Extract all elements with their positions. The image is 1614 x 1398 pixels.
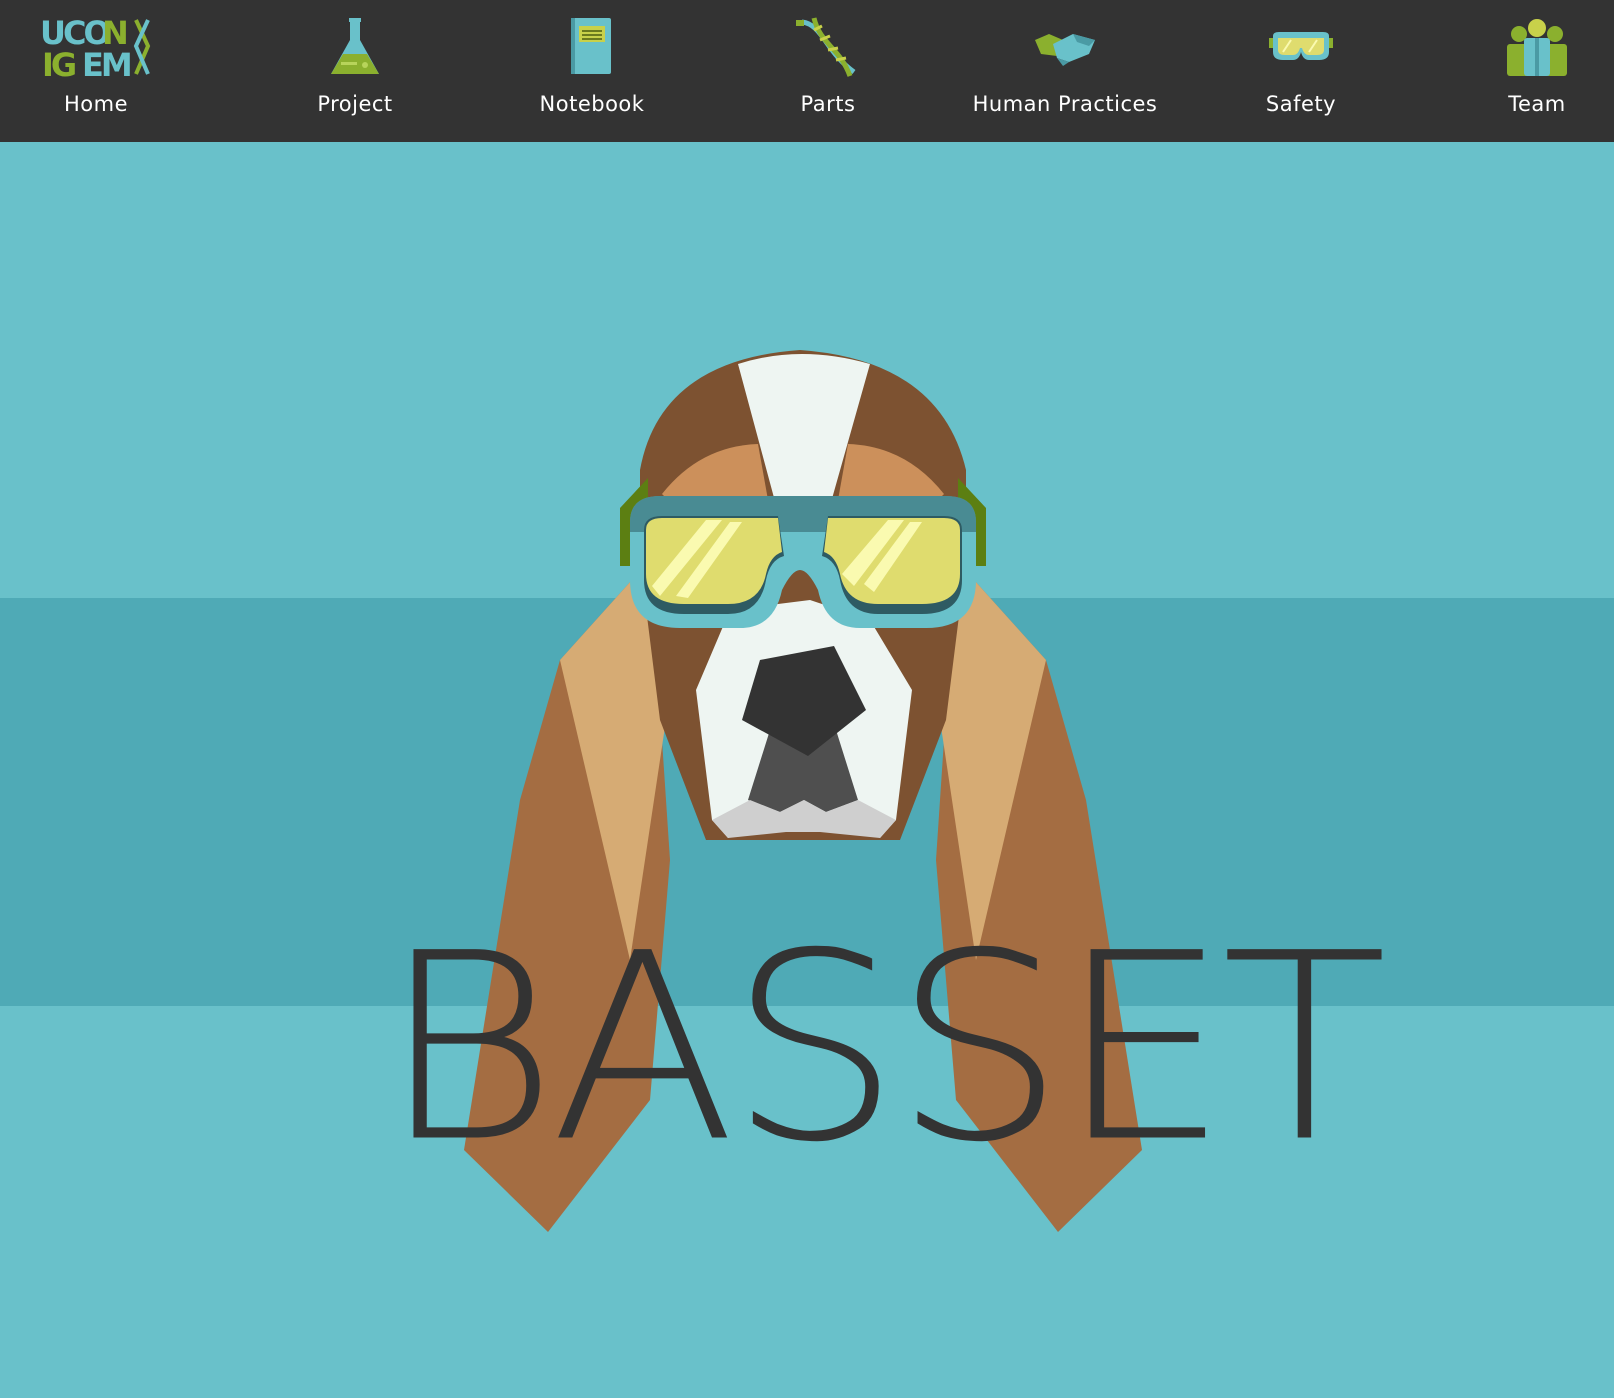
hero-title: BASSET xyxy=(380,899,1388,1200)
page: UCO N IG EM Home Project Notebook Parts … xyxy=(0,0,1614,1398)
